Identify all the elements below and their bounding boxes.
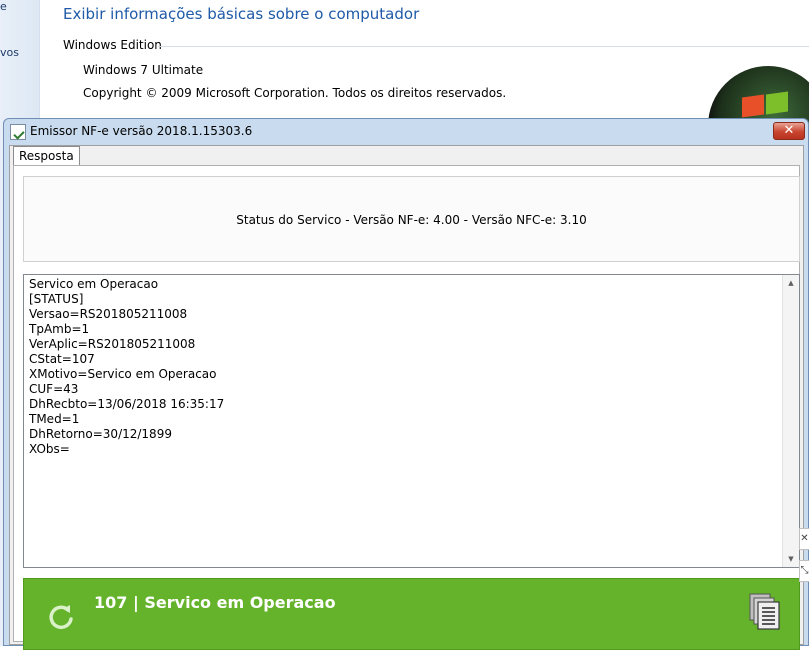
response-line: DhRecbto=13/06/2018 16:35:17 [29, 397, 225, 411]
response-text: Servico em Operacao [STATUS] Versao=RS20… [29, 277, 779, 457]
response-line: DhRetorno=30/12/1899 [29, 427, 172, 441]
tab-panel: Status do Servico - Versão NF-e: 4.00 - … [13, 165, 800, 650]
copy-documents-icon[interactable] [749, 593, 781, 631]
window-title: Emissor NF-e versão 2018.1.15303.6 [30, 124, 253, 138]
window-titlebar[interactable]: Emissor NF-e versão 2018.1.15303.6 ✕ [4, 119, 808, 145]
response-line: CUF=43 [29, 382, 79, 396]
response-line: VerAplic=RS201805211008 [29, 337, 196, 351]
response-line: Servico em Operacao [29, 277, 159, 291]
result-status-text: 107 | Servico em Operacao [94, 593, 336, 612]
emissor-nfe-window: Emissor NF-e versão 2018.1.15303.6 ✕ Res… [3, 118, 809, 650]
result-status-bar: 107 | Servico em Operacao [23, 578, 800, 650]
copyright-text: Copyright © 2009 Microsoft Corporation. … [83, 86, 507, 100]
status-header-panel: Status do Servico - Versão NF-e: 4.00 - … [23, 176, 800, 262]
sidebar-link-fragment[interactable]: e [0, 0, 7, 13]
scroll-down-arrow-icon[interactable]: ▼ [783, 551, 799, 567]
response-line: TMed=1 [29, 412, 80, 426]
sidebar-link-fragment[interactable]: vos [0, 46, 19, 59]
status-version-text: Status do Servico - Versão NF-e: 4.00 - … [236, 213, 587, 227]
vertical-scrollbar[interactable]: ▲ ▼ [782, 275, 799, 567]
response-line: XObs= [29, 442, 70, 456]
scroll-up-arrow-icon[interactable]: ▲ [783, 275, 799, 291]
close-icon[interactable]: ✕ [799, 528, 809, 550]
section-divider [158, 46, 809, 47]
window-client-area: Resposta Status do Servico - Versão NF-e… [9, 145, 804, 650]
page-title: Exibir informações básicas sobre o compu… [63, 5, 420, 23]
response-line: CStat=107 [29, 352, 95, 366]
windows-edition-value: Windows 7 Ultimate [83, 63, 204, 77]
app-icon [10, 124, 26, 140]
tab-resposta[interactable]: Resposta [13, 146, 80, 166]
response-line: XMotivo=Servico em Operacao [29, 367, 217, 381]
response-line: Versao=RS201805211008 [29, 307, 188, 321]
response-line: TpAmb=1 [29, 322, 90, 336]
response-memo[interactable]: Servico em Operacao [STATUS] Versao=RS20… [23, 274, 800, 568]
response-line: [STATUS] [29, 292, 84, 306]
section-heading: Windows Edition [63, 38, 162, 52]
refresh-icon[interactable] [46, 601, 78, 633]
resize-icon[interactable]: ⤡ [799, 560, 809, 582]
close-button[interactable]: ✕ [773, 122, 805, 140]
